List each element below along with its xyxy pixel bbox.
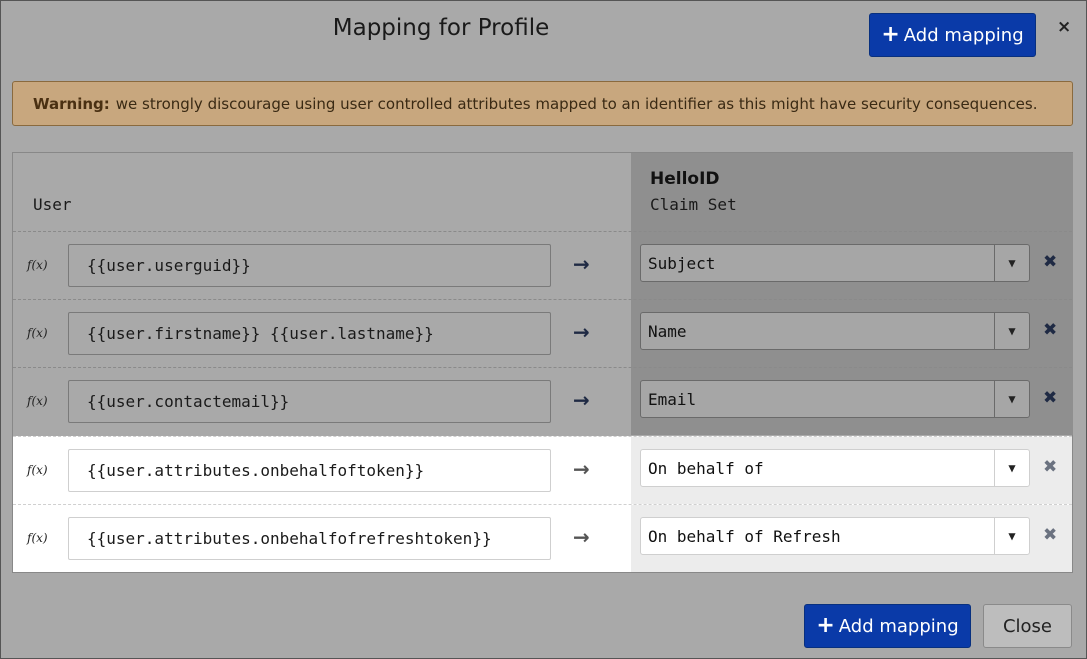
source-expression-input[interactable]: {{user.firstname}} {{user.lastname}} (68, 312, 551, 355)
add-mapping-button-bottom[interactable]: + Add mapping (804, 604, 971, 648)
mapping-modal: Mapping for Profile + Add mapping × Warn… (0, 0, 1087, 659)
delete-row-icon[interactable]: ✖ (1043, 388, 1057, 408)
mapping-row: f(x) {{user.contactemail}} → Email ▼ ✖ (13, 367, 1072, 435)
caret-down-icon[interactable]: ▼ (994, 245, 1029, 281)
function-icon[interactable]: f(x) (27, 258, 48, 272)
close-icon[interactable]: × (1057, 17, 1071, 37)
claim-select-value: Email (648, 389, 697, 409)
delete-row-icon[interactable]: ✖ (1043, 457, 1057, 477)
source-expression-input[interactable]: {{user.attributes.onbehalfofrefreshtoken… (68, 517, 551, 560)
claim-select-value: On behalf of (648, 458, 764, 478)
function-icon[interactable]: f(x) (27, 463, 48, 477)
function-icon[interactable]: f(x) (27, 531, 48, 545)
caret-down-icon[interactable]: ▼ (994, 450, 1029, 486)
delete-row-icon[interactable]: ✖ (1043, 252, 1057, 272)
warning-text: we strongly discourage using user contro… (115, 94, 1038, 113)
warning-prefix: Warning: (33, 94, 110, 113)
caret-down-icon[interactable]: ▼ (994, 381, 1029, 417)
mapping-table: User HelloID Claim Set f(x) {{user.userg… (12, 152, 1073, 573)
mapping-row: f(x) {{user.firstname}} {{user.lastname}… (13, 299, 1072, 367)
close-button[interactable]: Close (983, 604, 1072, 648)
plus-icon: + (816, 613, 835, 638)
mapping-row: f(x) {{user.attributes.onbehalfofrefresh… (13, 504, 1072, 572)
function-icon[interactable]: f(x) (27, 326, 48, 340)
warning-alert: Warning: we strongly discourage using us… (12, 81, 1073, 126)
delete-row-icon[interactable]: ✖ (1043, 525, 1057, 545)
arrow-right-icon: → (573, 525, 590, 549)
delete-row-icon[interactable]: ✖ (1043, 320, 1057, 340)
claim-select[interactable]: On behalf of Refresh ▼ (640, 517, 1030, 555)
arrow-right-icon: → (573, 252, 590, 276)
source-expression-input[interactable]: {{user.attributes.onbehalfoftoken}} (68, 449, 551, 492)
add-mapping-button-top[interactable]: + Add mapping (869, 13, 1036, 57)
claim-select[interactable]: Email ▼ (640, 380, 1030, 418)
claim-select-value: Subject (648, 253, 716, 273)
mapping-row: f(x) {{user.attributes.onbehalfoftoken}}… (13, 436, 1072, 504)
caret-down-icon[interactable]: ▼ (994, 518, 1029, 554)
arrow-right-icon: → (573, 388, 590, 412)
arrow-right-icon: → (573, 457, 590, 481)
source-expression-input[interactable]: {{user.contactemail}} (68, 380, 551, 423)
mapping-row: f(x) {{user.userguid}} → Subject ▼ ✖ (13, 231, 1072, 299)
user-column-header: User (33, 195, 72, 214)
function-icon[interactable]: f(x) (27, 394, 48, 408)
claim-column-subtitle: Claim Set (650, 195, 737, 214)
plus-icon: + (881, 22, 900, 47)
modal-title: Mapping for Profile (332, 15, 550, 41)
claim-select-value: Name (648, 321, 687, 341)
source-expression-input[interactable]: {{user.userguid}} (68, 244, 551, 287)
caret-down-icon[interactable]: ▼ (994, 313, 1029, 349)
add-mapping-label: Add mapping (838, 615, 959, 637)
claim-select-value: On behalf of Refresh (648, 526, 841, 546)
claim-select[interactable]: Name ▼ (640, 312, 1030, 350)
claim-select[interactable]: On behalf of ▼ (640, 449, 1030, 487)
add-mapping-label: Add mapping (903, 24, 1024, 46)
claim-column-title: HelloID (650, 169, 720, 189)
claim-select[interactable]: Subject ▼ (640, 244, 1030, 282)
arrow-right-icon: → (573, 320, 590, 344)
